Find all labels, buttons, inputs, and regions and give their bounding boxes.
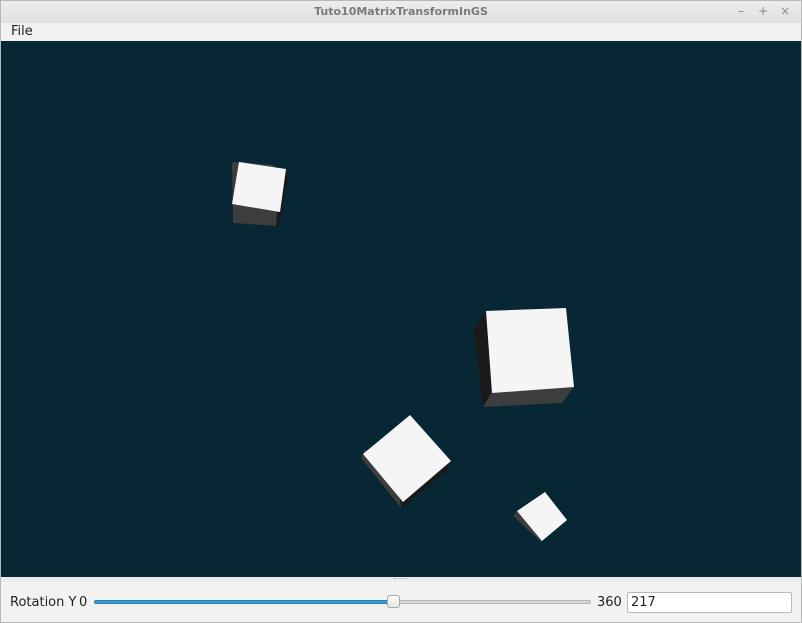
window-title: Tuto10MatrixTransformInGS	[314, 5, 488, 18]
rotation-value-field[interactable]	[627, 592, 792, 613]
slider-min-label: 0	[79, 595, 88, 610]
render-viewport[interactable]	[1, 41, 801, 577]
slider-thumb[interactable]	[386, 595, 400, 608]
close-button[interactable]: ×	[779, 4, 791, 18]
cube-small-top	[232, 162, 289, 228]
controls-panel: Rotation Y 0 360	[1, 582, 801, 622]
menu-bar: File	[1, 23, 801, 41]
window-controls: – + ×	[735, 4, 791, 18]
rotation-y-label: Rotation Y	[10, 595, 77, 610]
rotation-y-slider[interactable]	[94, 594, 591, 610]
minimize-button[interactable]: –	[735, 4, 747, 18]
cube-large-right	[474, 308, 574, 407]
scene-canvas[interactable]	[1, 41, 801, 577]
splitter-grip-icon[interactable]	[394, 578, 408, 581]
menu-file[interactable]: File	[11, 24, 33, 39]
app-window: Tuto10MatrixTransformInGS – + × File Rot…	[0, 0, 802, 623]
slider-max-label: 360	[597, 595, 622, 610]
title-bar: Tuto10MatrixTransformInGS – + ×	[1, 1, 801, 24]
maximize-button[interactable]: +	[757, 4, 769, 18]
slider-fill	[94, 600, 394, 604]
